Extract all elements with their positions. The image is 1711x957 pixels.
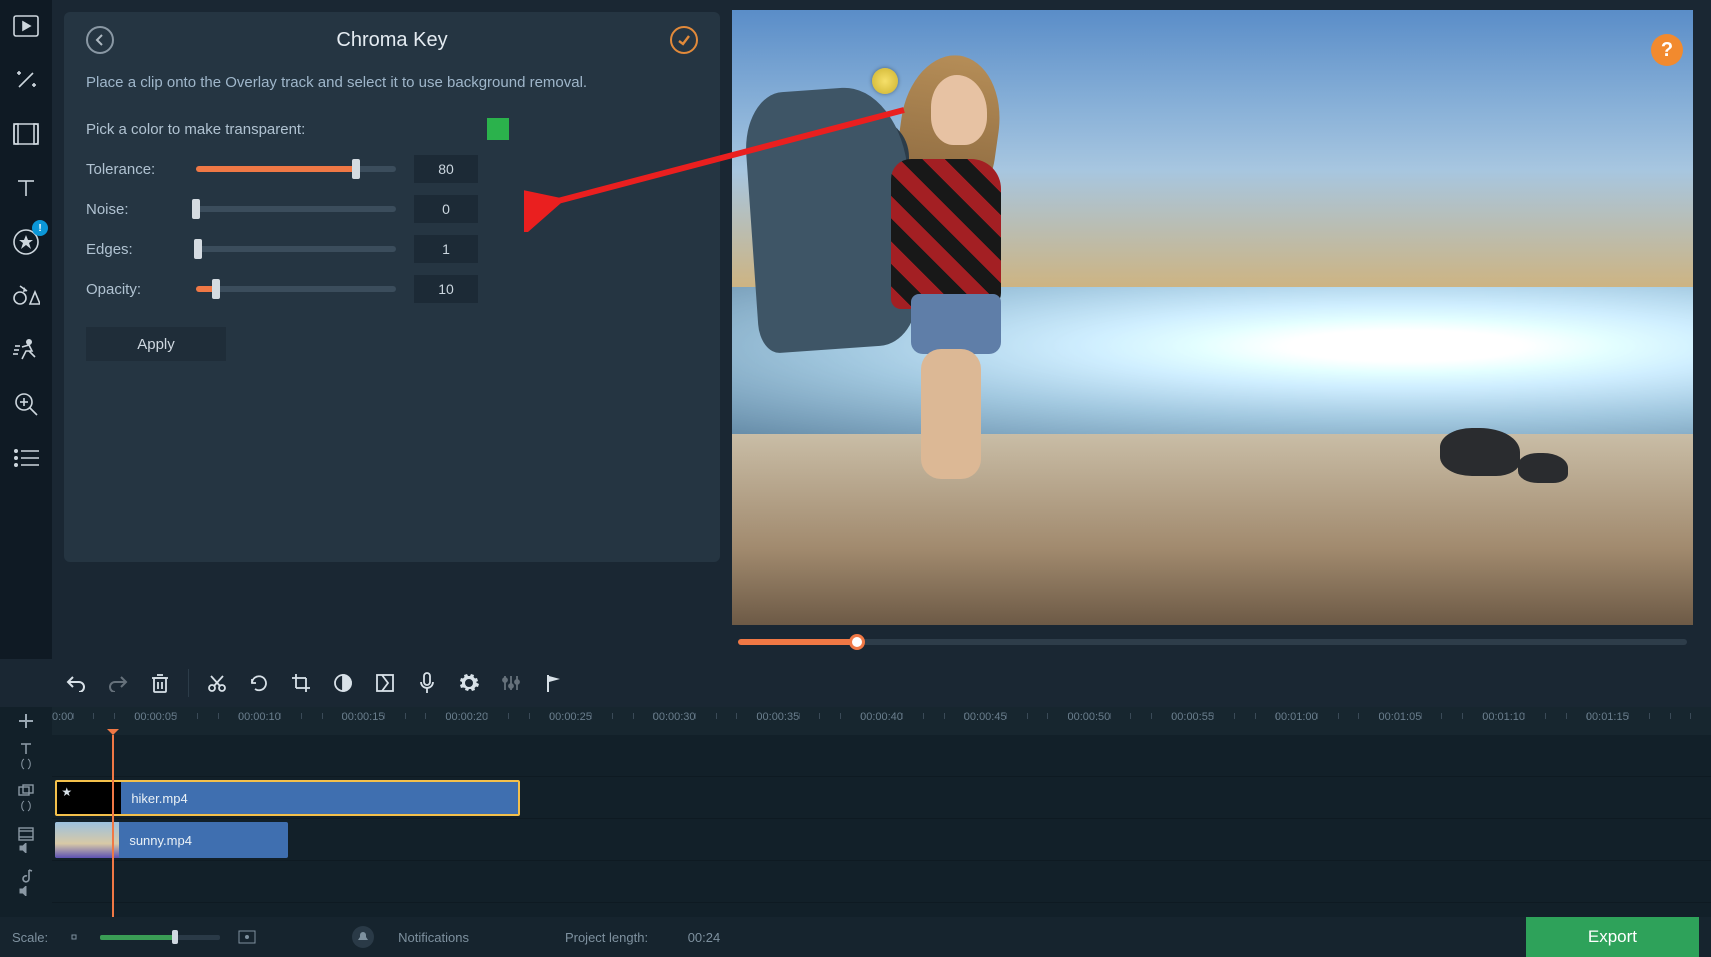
opacity-label: Opacity: xyxy=(86,281,196,298)
settings-button[interactable] xyxy=(451,665,487,701)
clip-name: sunny.mp4 xyxy=(129,833,192,848)
preview-subject xyxy=(751,59,1011,479)
track-head-audio[interactable] xyxy=(0,861,52,903)
timeline-toolbar xyxy=(0,659,1711,707)
scale-min-icon xyxy=(66,931,82,943)
clip-thumbnail xyxy=(55,822,119,858)
record-audio-button[interactable] xyxy=(409,665,445,701)
export-button[interactable]: Export xyxy=(1526,917,1699,957)
video-track[interactable]: sunny.mp4 xyxy=(52,819,1711,861)
zoom-icon[interactable] xyxy=(8,386,44,422)
crop-button[interactable] xyxy=(283,665,319,701)
ruler-label: 00:00:25 xyxy=(549,711,592,723)
media-icon[interactable] xyxy=(8,8,44,44)
panel-title: Chroma Key xyxy=(114,29,670,52)
scale-label: Scale: xyxy=(12,930,48,945)
clip-properties-button[interactable] xyxy=(367,665,403,701)
ruler-label: 00:00:10 xyxy=(238,711,281,723)
preview-scrubber[interactable] xyxy=(732,625,1693,659)
chroma-key-panel: Chroma Key Place a clip onto the Overlay… xyxy=(64,12,720,562)
ruler-label: 00:00:55 xyxy=(1171,711,1214,723)
pick-color-label: Pick a color to make transparent: xyxy=(86,121,305,138)
star-icon[interactable]: ! xyxy=(8,224,44,260)
redo-button[interactable] xyxy=(100,665,136,701)
color-adjust-button[interactable] xyxy=(325,665,361,701)
ruler-label: 00:00:15 xyxy=(342,711,385,723)
notifications-icon[interactable] xyxy=(352,926,374,948)
ruler-label: 00:00:35 xyxy=(756,711,799,723)
help-button[interactable]: ? xyxy=(1651,34,1683,66)
noise-label: Noise: xyxy=(86,201,196,218)
tolerance-slider[interactable] xyxy=(196,159,396,179)
noise-value[interactable]: 0 xyxy=(414,195,478,223)
marker-button[interactable] xyxy=(535,665,571,701)
noise-slider[interactable] xyxy=(196,199,396,219)
scale-slider[interactable] xyxy=(100,929,220,945)
back-button[interactable] xyxy=(86,26,114,54)
project-length-label: Project length: xyxy=(565,930,648,945)
list-icon[interactable] xyxy=(8,440,44,476)
ruler-label: 00:01:10 xyxy=(1482,711,1525,723)
project-length-value: 00:24 xyxy=(688,930,721,945)
playhead[interactable] xyxy=(112,735,114,917)
timeline: 00:00:00 00:00:05 00:00:10 00:00:15 00:00:20… xyxy=(0,707,1711,917)
ruler-label: 00:01:15 xyxy=(1586,711,1629,723)
titles-track[interactable] xyxy=(52,735,1711,777)
timeline-ruler[interactable]: 00:00:00 00:00:05 00:00:10 00:00:15 00:00:20… xyxy=(52,707,1711,735)
text-tool-icon[interactable] xyxy=(8,170,44,206)
ruler-label: 00:00:05 xyxy=(134,711,177,723)
track-head-titles[interactable] xyxy=(0,735,52,777)
edges-label: Edges: xyxy=(86,241,196,258)
track-head-overlay[interactable] xyxy=(0,777,52,819)
tolerance-label: Tolerance: xyxy=(86,161,196,178)
rotate-button[interactable] xyxy=(241,665,277,701)
opacity-slider[interactable] xyxy=(196,279,396,299)
wand-icon[interactable] xyxy=(8,62,44,98)
apply-button[interactable]: Apply xyxy=(86,327,226,361)
effect-star-icon: ★ xyxy=(61,785,72,799)
opacity-value[interactable]: 10 xyxy=(414,275,478,303)
edges-value[interactable]: 1 xyxy=(414,235,478,263)
preview-rock xyxy=(1518,453,1568,483)
panel-description: Place a clip onto the Overlay track and … xyxy=(86,74,698,91)
shapes-icon[interactable] xyxy=(8,278,44,314)
notifications-label[interactable]: Notifications xyxy=(398,930,469,945)
ruler-label: 00:00:45 xyxy=(964,711,1007,723)
preview-rock xyxy=(1440,428,1520,476)
clip-overlay[interactable]: ★ hiker.mp4 xyxy=(55,780,520,816)
split-button[interactable] xyxy=(199,665,235,701)
edges-slider[interactable] xyxy=(196,239,396,259)
ruler-label: 00:00:30 xyxy=(653,711,696,723)
overlay-track[interactable]: ★ hiker.mp4 xyxy=(52,777,1711,819)
motion-icon[interactable] xyxy=(8,332,44,368)
ruler-label: 00:00:00 xyxy=(52,711,73,723)
tolerance-value[interactable]: 80 xyxy=(414,155,478,183)
cursor-indicator xyxy=(872,68,898,94)
status-bar: Scale: Notifications Project length: 00:… xyxy=(0,917,1711,957)
equalizer-button[interactable] xyxy=(493,665,529,701)
ruler-label: 00:01:05 xyxy=(1379,711,1422,723)
delete-button[interactable] xyxy=(142,665,178,701)
confirm-button[interactable] xyxy=(670,26,698,54)
preview-viewport[interactable]: ? xyxy=(732,10,1693,625)
ruler-label: 00:01:00 xyxy=(1275,711,1318,723)
ruler-label: 00:00:40 xyxy=(860,711,903,723)
ruler-label: 00:00:20 xyxy=(445,711,488,723)
add-track-button[interactable] xyxy=(0,707,52,735)
color-swatch[interactable] xyxy=(487,118,509,140)
audio-track[interactable] xyxy=(52,861,1711,903)
filters-icon[interactable] xyxy=(8,116,44,152)
star-badge: ! xyxy=(32,220,48,236)
ruler-label: 00:00:50 xyxy=(1067,711,1110,723)
clip-video[interactable]: sunny.mp4 xyxy=(55,822,287,858)
scale-max-icon xyxy=(238,930,256,944)
undo-button[interactable] xyxy=(58,665,94,701)
track-head-video[interactable] xyxy=(0,819,52,861)
clip-name: hiker.mp4 xyxy=(131,791,187,806)
